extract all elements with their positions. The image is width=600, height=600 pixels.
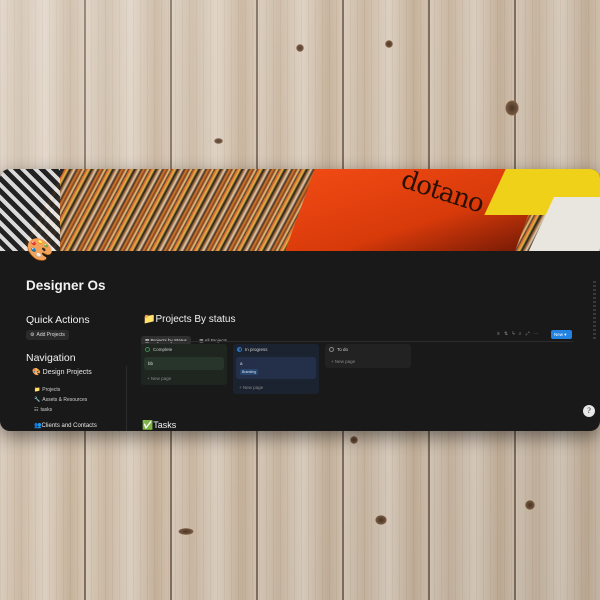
board-card[interactable]: a Branding	[236, 357, 316, 379]
tasks-heading[interactable]: ✅Tasks	[142, 420, 176, 431]
new-button[interactable]: New ▾	[551, 330, 572, 339]
chevron-down-icon[interactable]: ▾	[564, 332, 566, 337]
column-header: To do	[325, 344, 411, 355]
board-card[interactable]: bb	[144, 357, 224, 370]
tab-divider	[141, 341, 573, 342]
card-title: bb	[148, 361, 154, 366]
quick-actions-heading: Quick Actions	[26, 314, 90, 326]
column-header: In progress	[233, 344, 319, 355]
filter-icon[interactable]: ≡	[497, 331, 500, 337]
design-projects-link[interactable]: 🎨 Design Projects	[32, 368, 92, 376]
add-projects-button[interactable]: ⚙ Add Projects	[26, 330, 69, 340]
clients-and-contacts-link[interactable]: 👥Clients and Contacts	[34, 422, 97, 429]
new-page-button[interactable]: + New page	[141, 372, 227, 385]
board-column-in-progress: In progress a Branding + New page	[233, 344, 319, 394]
board-title-label: Projects By status	[155, 314, 236, 325]
board-column-complete: Complete bb + New page	[141, 344, 227, 385]
column-header: Complete	[141, 344, 227, 355]
clients-label: Clients and Contacts	[41, 423, 97, 429]
table-icon: ☷	[34, 407, 39, 413]
card-title: a	[240, 361, 243, 366]
folder-icon: 📁	[34, 387, 41, 393]
navigation-heading: Navigation	[26, 352, 76, 364]
status-to-do-icon	[329, 347, 334, 352]
nav-item-label: Assets & Resources	[42, 397, 88, 403]
app-window: dotano 🎨 Designer Os Quick Actions ⚙ Add …	[0, 169, 600, 431]
view-tabs: ▦ Projects by Status ▦ All Projects	[141, 329, 231, 346]
card-tag: Branding	[240, 369, 259, 375]
nav-item-tasks[interactable]: ☷ tasks	[34, 407, 52, 413]
page-icon[interactable]: 🎨	[26, 239, 53, 261]
column-status: To do	[337, 347, 349, 352]
add-projects-label: Add Projects	[36, 332, 65, 338]
board-title[interactable]: 📁Projects By status	[143, 314, 235, 325]
help-icon[interactable]: ?	[583, 405, 595, 417]
lightning-icon[interactable]: ϟ	[512, 331, 515, 337]
new-page-button[interactable]: + New page	[325, 355, 411, 368]
check-icon: ✅	[142, 420, 154, 430]
nav-item-projects[interactable]: 📁 Projects	[34, 387, 60, 393]
nav-item-label: Projects	[42, 387, 61, 393]
new-page-button[interactable]: + New page	[233, 381, 319, 394]
wrench-icon: 🔧	[34, 397, 41, 403]
status-in-progress-icon	[237, 347, 242, 352]
tasks-label: Tasks	[153, 420, 177, 430]
palette-icon: 🎨	[32, 369, 41, 376]
design-projects-label: Design Projects	[42, 369, 92, 376]
board-toolbar: ≡ ⇅ ϟ ⌕ ⤢ ⋯	[497, 331, 543, 339]
folder-icon: 📁	[143, 314, 156, 325]
sort-icon[interactable]: ⇅	[504, 331, 508, 337]
page-title[interactable]: Designer Os	[26, 278, 106, 293]
nav-item-label: tasks	[40, 407, 53, 413]
scrollbar[interactable]	[593, 281, 596, 341]
search-icon[interactable]: ⌕	[519, 331, 522, 337]
nav-item-assets-resources[interactable]: 🔧 Assets & Resources	[34, 397, 87, 403]
more-icon[interactable]: ⋯	[534, 331, 539, 337]
status-complete-icon	[145, 347, 150, 352]
cover-image: dotano	[0, 169, 600, 251]
column-status: In progress	[245, 347, 268, 352]
column-status: Complete	[153, 347, 173, 352]
expand-icon[interactable]: ⤢	[526, 331, 530, 337]
gear-icon: ⚙	[30, 332, 35, 338]
board-column-to-do: To do + New page	[325, 344, 411, 368]
new-button-label: New	[554, 332, 564, 337]
